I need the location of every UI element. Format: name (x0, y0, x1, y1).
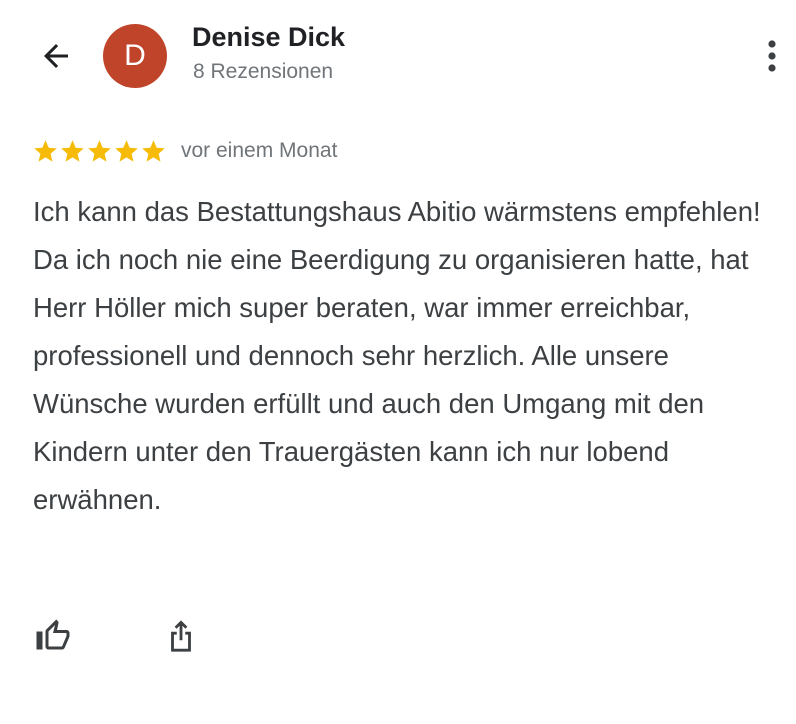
avatar-letter: D (124, 39, 146, 72)
more-vert-icon (768, 40, 776, 72)
arrow-left-icon (44, 44, 68, 68)
review-header: D Denise Dick 8 Rezensionen (0, 0, 796, 110)
reviewer-name[interactable]: Denise Dick (192, 22, 345, 53)
review-time: vor einem Monat (181, 139, 338, 162)
star-icon (88, 139, 111, 162)
review-actions (33, 612, 201, 660)
review-text: Ich kann das Bestattungshaus Abitio wärm… (33, 196, 761, 515)
star-icon (115, 139, 138, 162)
star-rating (32, 138, 167, 165)
review-count: 8 Rezensionen (193, 60, 334, 83)
back-button[interactable] (30, 30, 82, 82)
share-icon (171, 620, 191, 652)
star-icon (61, 139, 84, 162)
star-icon (142, 139, 165, 162)
share-button[interactable] (161, 614, 201, 658)
avatar[interactable]: D (103, 24, 167, 88)
rating-row: vor einem Monat (32, 134, 337, 168)
star-icon (34, 139, 57, 162)
more-options-button[interactable] (752, 32, 792, 80)
like-button[interactable] (33, 614, 73, 658)
thumbs-up-icon (36, 619, 70, 650)
